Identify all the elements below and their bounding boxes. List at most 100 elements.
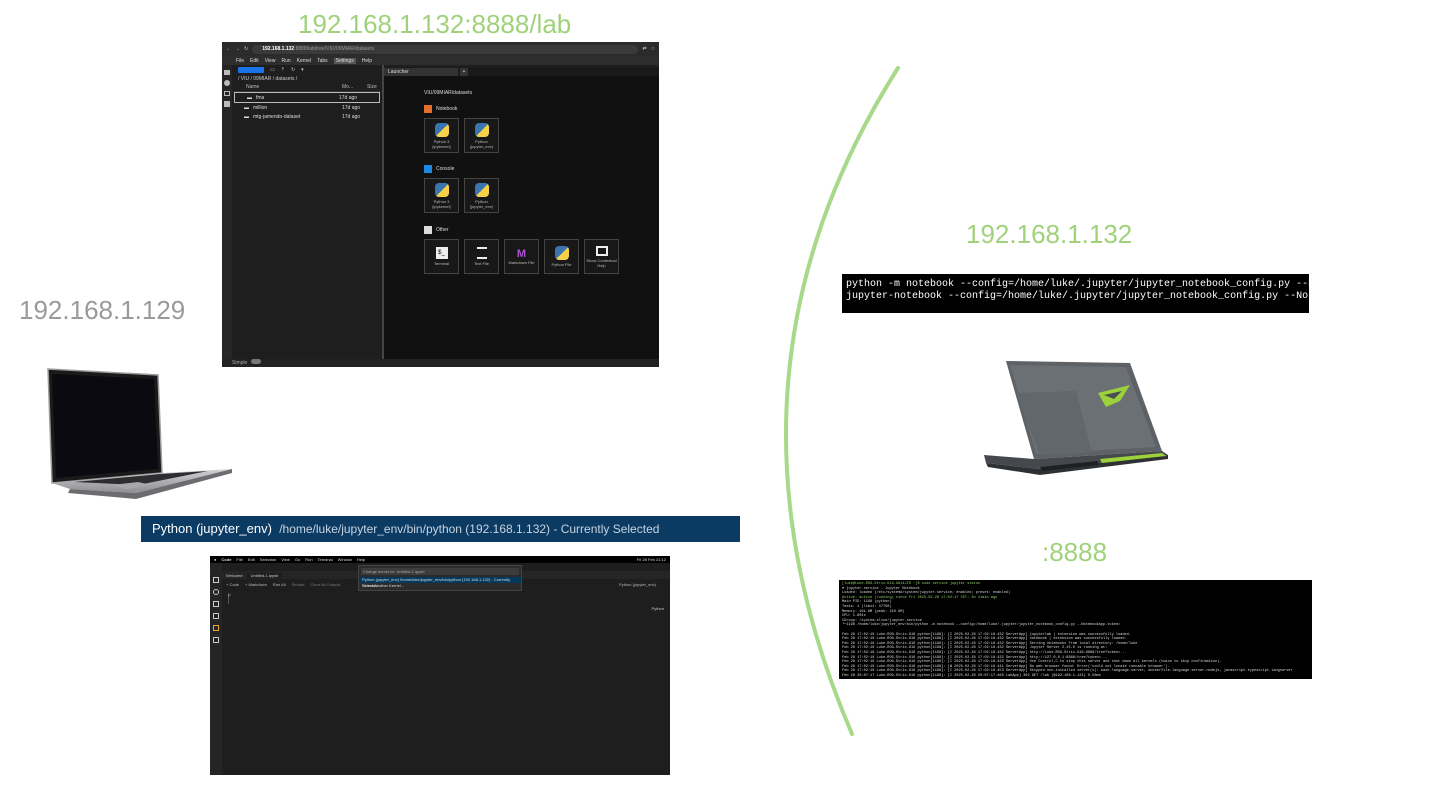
source-control-icon[interactable]	[213, 601, 219, 607]
kernel-picker: Change kernel for 'Untitled-1.ipynb' Pyt…	[358, 565, 522, 591]
lab-left-sidebar	[222, 65, 232, 359]
translate-icon[interactable]: ⇄	[642, 46, 646, 52]
forward-icon[interactable]: →	[235, 46, 240, 52]
file-row[interactable]: ▬ mtg-jamendo-dataset 17d ago	[232, 112, 382, 121]
select-another-kernel[interactable]: Select Another Kernel...	[359, 583, 521, 589]
launcher-card[interactable]: Python 3 (ipykernel)	[424, 178, 459, 213]
card-label: Show Contextual Help	[586, 257, 617, 268]
menu-item[interactable]: View	[281, 557, 290, 562]
launcher-card[interactable]: Python (jupyter_env)	[464, 178, 499, 213]
help-card[interactable]: Show Contextual Help	[584, 239, 619, 274]
remote-icon[interactable]	[213, 637, 219, 643]
terminal-card[interactable]: $_ Terminal	[424, 239, 459, 274]
launcher-card[interactable]: Python 3 (ipykernel)	[424, 118, 459, 153]
back-icon[interactable]: ←	[226, 46, 231, 52]
refresh-icon[interactable]: ↻	[291, 67, 295, 73]
file-row[interactable]: ▬ million 17d ago	[232, 103, 382, 112]
python-logo-icon	[474, 182, 489, 197]
filter-icon[interactable]: ▾	[301, 67, 304, 73]
explorer-icon[interactable]	[213, 577, 219, 583]
extensions-icon[interactable]	[224, 101, 230, 107]
menu-item[interactable]: Selection	[260, 557, 276, 562]
menu-run[interactable]: Run	[281, 58, 290, 64]
menu-settings[interactable]: Settings	[333, 57, 356, 64]
add-tab-icon[interactable]: +	[460, 68, 468, 76]
python-logo-icon	[434, 122, 449, 137]
extensions-icon[interactable]	[213, 625, 219, 631]
upload-icon[interactable]: ⇡	[281, 67, 285, 73]
file-row[interactable]: ▬ fma 17d ago	[234, 92, 380, 103]
command-line: jupyter-notebook --config=/home/luke/.ju…	[846, 291, 1309, 302]
notebook-icon	[424, 105, 432, 113]
file-modified: 17d ago	[339, 94, 358, 101]
menu-kernel[interactable]: Kernel	[297, 58, 311, 64]
address-bar[interactable]: 192.168.1.132:8888/lab/tree/VIU/09MIAR/d…	[252, 44, 639, 54]
section-title: Other	[436, 227, 449, 233]
command-box: python -m notebook --config=/home/luke/.…	[842, 274, 1309, 313]
run-cell-icon[interactable]: ▷	[228, 592, 231, 597]
running-icon[interactable]	[224, 80, 230, 86]
server-ip-label: 192.168.1.132	[966, 219, 1133, 249]
section-title: Console	[436, 166, 455, 172]
menu-item[interactable]: Help	[357, 557, 365, 562]
bookmark-star-icon[interactable]: ☆	[651, 46, 655, 52]
file-browser-toolbar: ▭ ⇡ ↻ ▾	[232, 65, 382, 75]
new-launcher-button[interactable]	[238, 67, 264, 73]
launcher-panel: Launcher + VIU/09MIAR/datasets Notebook …	[384, 67, 659, 359]
menu-item[interactable]: Terminal	[318, 557, 333, 562]
col-name[interactable]: Name	[246, 83, 342, 91]
menu-item[interactable]: Go	[295, 557, 300, 562]
search-icon[interactable]	[213, 589, 219, 595]
menu-item[interactable]: Window	[338, 557, 352, 562]
simple-toggle[interactable]	[250, 359, 261, 364]
run-debug-icon[interactable]	[213, 613, 219, 619]
menu-tabs[interactable]: Tabs	[317, 58, 328, 64]
kernel-indicator[interactable]: Python (jupyter_env)	[619, 582, 670, 587]
menu-item[interactable]: Run	[305, 557, 312, 562]
menu-item[interactable]: File	[236, 557, 242, 562]
kernel-selection-bar[interactable]: Python (jupyter_env) /home/luke/jupyter_…	[141, 516, 740, 542]
terminal-output: [luke@Luke-ROG-Strix-G16-G614JIR ~]$ sud…	[839, 580, 1312, 679]
restart-button[interactable]: Restart	[292, 582, 305, 587]
kernel-name: Python (jupyter_env)	[152, 521, 272, 536]
file-browser: ▭ ⇡ ↻ ▾ / VIU / 09MIAR / datasets / Name…	[232, 65, 384, 359]
add-code-button[interactable]: + Code	[226, 582, 239, 587]
clear-outputs-button[interactable]: Clear All Outputs	[311, 582, 341, 587]
other-section: Other $_ Terminal Text File M Markdown F…	[424, 225, 619, 274]
kernel-picker-input[interactable]: Change kernel for 'Untitled-1.ipynb'	[361, 568, 519, 575]
breadcrumb[interactable]: / VIU / 09MIAR / datasets /	[232, 75, 382, 83]
terminal-icon: $_	[435, 247, 448, 259]
col-size[interactable]: Size	[367, 83, 382, 91]
run-all-button[interactable]: Run All	[273, 582, 286, 587]
add-markdown-button[interactable]: + Markdown	[245, 582, 267, 587]
card-sublabel: (jupyter_env)	[469, 143, 494, 149]
markdown-file-card[interactable]: M Markdown File	[504, 239, 539, 274]
reload-icon[interactable]: ↻	[244, 46, 248, 52]
python-logo-icon	[434, 182, 449, 197]
tab-notebook[interactable]: Untitled-1.ipynb	[246, 572, 283, 578]
python-file-card[interactable]: Python File	[544, 239, 579, 274]
launcher-card[interactable]: Python (jupyter_env)	[464, 118, 499, 153]
commands-icon[interactable]	[224, 91, 230, 96]
menu-edit[interactable]: Edit	[250, 58, 259, 64]
clock: Fri 28 Feb 21:12	[636, 557, 666, 562]
file-name: million	[253, 104, 268, 111]
menu-help[interactable]: Help	[362, 58, 372, 64]
console-section: Console Python 3 (ipykernel) Python (jup…	[424, 164, 499, 213]
apple-icon[interactable]: ●	[214, 557, 216, 562]
tab-welcome[interactable]: Welcome	[226, 573, 243, 578]
menu-item[interactable]: Code	[221, 557, 231, 562]
launcher-path: VIU/09MIAR/datasets	[424, 90, 473, 96]
menu-file[interactable]: File	[236, 58, 244, 64]
menu-view[interactable]: View	[265, 58, 276, 64]
col-modified[interactable]: Mo...	[342, 83, 367, 91]
new-folder-icon[interactable]: ▭	[270, 67, 275, 73]
text-file-icon	[476, 247, 487, 259]
cell-language[interactable]: Python	[652, 606, 664, 611]
menu-item[interactable]: Edit	[248, 557, 255, 562]
terminal-line: Feb 28 20:07:17 Luke-ROG-Strix-G16 pytho…	[842, 673, 1101, 678]
tab-launcher[interactable]: Launcher	[384, 68, 458, 76]
vscode-screenshot: ● Code File Edit Selection View Go Run T…	[210, 556, 670, 775]
folder-icon[interactable]	[224, 70, 230, 75]
text-file-card[interactable]: Text File	[464, 239, 499, 274]
